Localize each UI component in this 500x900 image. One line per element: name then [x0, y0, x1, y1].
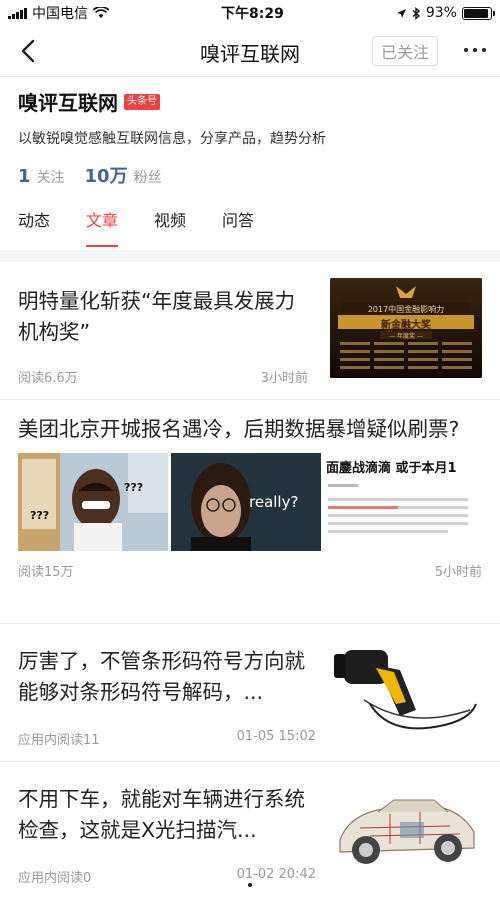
section-gap [0, 250, 500, 262]
article-time: 3小时前 [260, 371, 308, 386]
carrier-name: 中国电信 [32, 6, 88, 22]
location-icon [396, 8, 406, 18]
article-time: 5小时前 [434, 565, 482, 580]
page-indicator-dot [248, 883, 252, 887]
article-reads: 阅读15万 [18, 565, 74, 580]
wifi-icon [93, 7, 109, 18]
article-time: 01-05 15:02 [236, 729, 316, 744]
meme-question-text: ??? [124, 481, 144, 494]
tab-dynamic[interactable]: 动态 [18, 210, 50, 250]
article-image: ??? ??? [18, 453, 168, 551]
article-reads: 应用内阅读0 [18, 871, 92, 886]
profile-name: 嗅评互联网 [18, 91, 118, 115]
award-sub: — 年度奖 — [389, 333, 423, 340]
tab-videos[interactable]: 视频 [154, 210, 186, 250]
article-thumbnail: 2017中国金融影响力 新金融大奖 — 年度奖 — [330, 278, 482, 378]
article-image: 面鏖战滴滴 或于本月1 [324, 453, 474, 551]
article-thumbnail [330, 640, 482, 740]
article-title: 明特量化斩获“年度最具发展力机构奖” [18, 289, 296, 344]
battery-icon [461, 6, 495, 20]
article-title: 不用下车，就能对车辆进行系统检查，这就是X光扫描汽... [18, 787, 305, 842]
article-item[interactable]: 明特量化斩获“年度最具发展力机构奖” 阅读6.6万 3小时前 2017中国金融影… [0, 262, 500, 400]
fans-count[interactable]: 10万 [85, 162, 128, 188]
article-title: 厉害了，不管条形码符号方向就能够对条形码符号解码，... [18, 649, 305, 704]
article-item[interactable]: 美团北京开城报名遇冷，后期数据暴增疑似刷票? ??? ??? really? 面… [0, 400, 500, 624]
confused-man-image [18, 453, 168, 551]
signal-icon [8, 7, 27, 19]
article-image-row: ??? ??? really? 面鏖战滴滴 或于本月1 [18, 453, 482, 551]
article-item[interactable]: 厉害了，不管条形码符号方向就能够对条形码符号解码，... 应用内阅读11 01-… [0, 624, 500, 762]
followed-button[interactable]: 已关注 [372, 36, 438, 66]
more-options-icon[interactable] [464, 48, 486, 52]
article-image: really? [171, 453, 321, 551]
barcode-scanner-image [330, 640, 482, 740]
tab-qa[interactable]: 问答 [222, 210, 254, 250]
award-name: 新金融大奖 [381, 320, 431, 331]
nav-bar: 嗅评互联网 已关注 [0, 26, 500, 76]
follow-label[interactable]: 关注 [37, 167, 65, 187]
status-time: 下午8:29 [221, 6, 284, 22]
follow-count[interactable]: 1 [18, 166, 31, 187]
really-meme-image [171, 453, 321, 551]
article-title: 美团北京开城报名遇冷，后期数据暴增疑似刷票? [18, 417, 460, 441]
news-screenshot-lines [328, 484, 468, 533]
award-banner-title: 2017中国金融影响力 [367, 305, 445, 314]
article-thumbnail [330, 778, 482, 878]
fans-label[interactable]: 粉丝 [134, 167, 162, 187]
status-bar: 中国电信 下午8:29 93% [0, 0, 500, 26]
article-item[interactable]: 不用下车，就能对车辆进行系统检查，这就是X光扫描汽... 应用内阅读0 01-0… [0, 762, 500, 900]
toutiao-badge: 头条号 [124, 93, 160, 110]
battery-percent: 93% [425, 5, 457, 21]
profile-stats: 1 关注 10万 粉丝 [18, 162, 482, 188]
news-screenshot-headline: 面鏖战滴滴 或于本月1 [326, 461, 457, 476]
tab-articles[interactable]: 文章 [86, 210, 119, 250]
xray-car-image [330, 778, 482, 878]
tab-bar: 动态 文章 视频 问答 [0, 210, 500, 250]
profile-header: 嗅评互联网 头条号 以敏锐嗅觉感触互联网信息，分享产品，趋势分析 1 关注 10… [0, 77, 500, 188]
bluetooth-icon [412, 6, 420, 20]
article-reads: 阅读6.6万 [18, 371, 78, 386]
profile-description: 以敏锐嗅觉感触互联网信息，分享产品，趋势分析 [18, 131, 326, 147]
meme-really-text: really? [249, 493, 299, 511]
article-reads: 应用内阅读11 [18, 733, 100, 748]
